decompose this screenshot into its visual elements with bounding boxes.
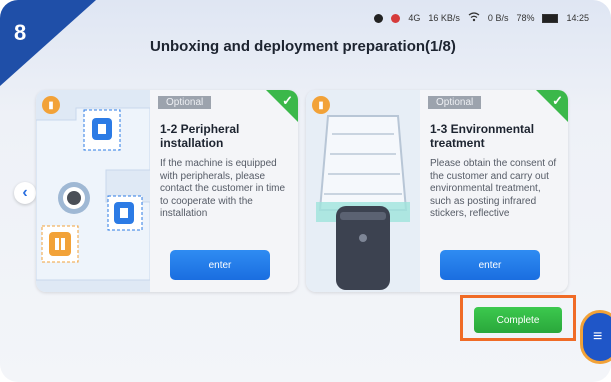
status-bar: 4G 16 KB/s 0 B/s 78% 14:25 <box>374 12 589 24</box>
signal-indicator: 4G <box>408 13 421 23</box>
download-speed: 0 B/s <box>487 13 509 23</box>
complete-button[interactable]: Complete <box>474 307 562 333</box>
card-illustration <box>306 90 420 292</box>
enter-button[interactable]: enter <box>440 250 540 280</box>
optional-tag: Optional <box>428 96 482 109</box>
check-icon: ✓ <box>552 93 563 108</box>
book-icon: ▮ <box>312 96 330 114</box>
card-environmental-treatment: ▮ Optional 1-3 Environmental treatment P… <box>306 90 568 292</box>
app-screen: 8 4G 16 KB/s 0 B/s 78% 14:25 Unboxing an… <box>0 0 611 382</box>
check-icon: ✓ <box>282 93 293 108</box>
enter-button[interactable]: enter <box>170 250 270 280</box>
card-peripheral-installation: ▮ Optional 1-2 Peripheral installation I… <box>36 90 298 292</box>
wifi-icon <box>468 12 480 24</box>
upload-speed: 16 KB/s <box>428 13 460 23</box>
step-number: 8 <box>14 20 27 45</box>
chevron-left-icon: ‹ <box>22 184 28 201</box>
book-icon: ▮ <box>42 96 60 114</box>
notification-icon <box>374 13 384 23</box>
card-title: 1-2 Peripheral installation <box>160 122 240 150</box>
alert-icon <box>391 13 401 23</box>
battery-icon <box>542 13 559 23</box>
battery-level: 78% <box>516 13 535 23</box>
card-description: If the machine is equipped with peripher… <box>160 158 286 219</box>
card-illustration <box>36 90 151 292</box>
card-title: 1-3 Environmental treatment <box>430 122 535 150</box>
clock: 14:25 <box>566 13 589 23</box>
floating-menu-button[interactable]: ≡ <box>580 310 611 364</box>
card-description: Please obtain the consent of the custome… <box>430 158 557 219</box>
previous-page-button[interactable]: ‹ <box>14 182 36 204</box>
menu-icon: ≡ <box>593 328 603 345</box>
page-title: Unboxing and deployment preparation(1/8) <box>150 38 456 55</box>
optional-tag: Optional <box>158 96 212 109</box>
